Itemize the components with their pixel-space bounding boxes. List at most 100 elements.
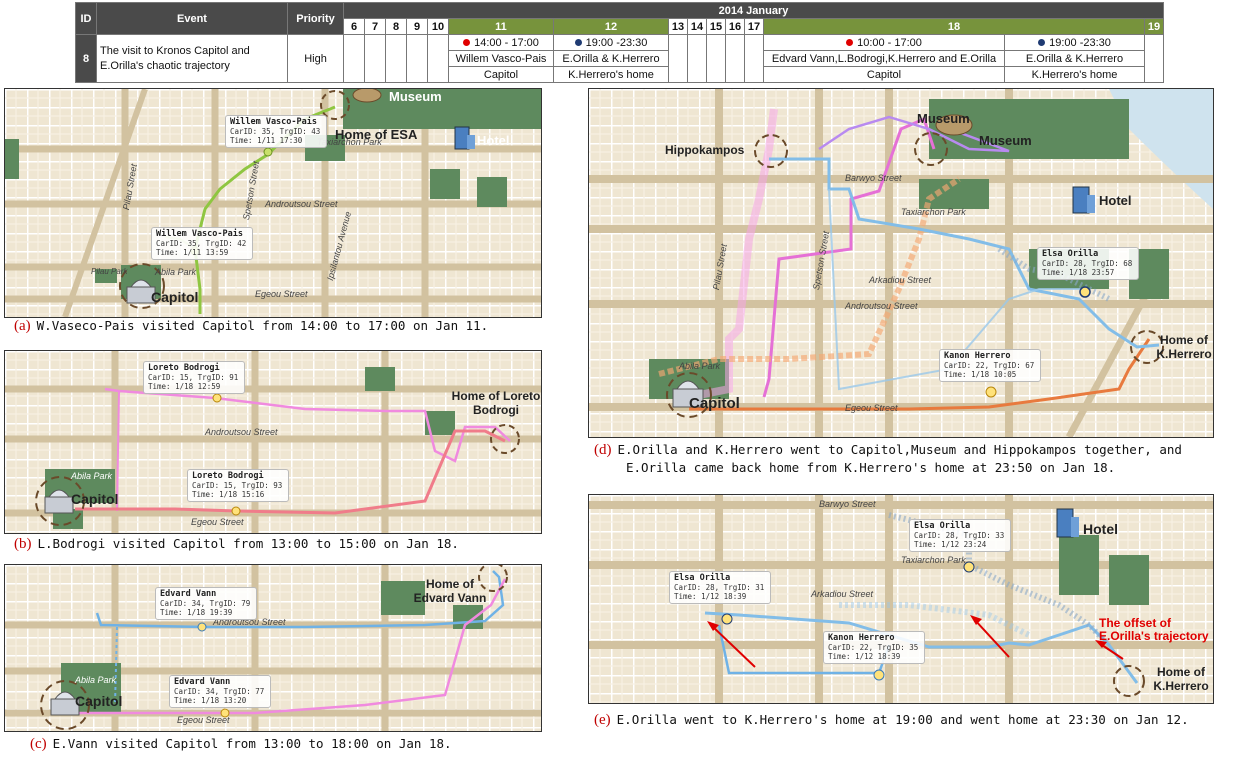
day-12: 12: [553, 18, 669, 35]
event-header: Event: [96, 2, 288, 35]
d12-person: E.Orilla & K.Herrero: [553, 50, 669, 67]
day-13: 13: [668, 18, 688, 35]
street-label: Arkadiou Street: [811, 589, 874, 599]
caption-d: (d) E.Orilla and K.Herrero went to Capito…: [594, 442, 1182, 475]
place-home: Home of K.Herrero: [1156, 333, 1212, 361]
place-hotel: Hotel: [1083, 521, 1118, 537]
place-hotel: Hotel: [477, 133, 510, 148]
map-panel-e[interactable]: Barwyo Street Arkadiou Street Taxiarchon…: [588, 494, 1214, 704]
map-panel-d[interactable]: Barwyo Street Arkadiou Street Androutsou…: [588, 88, 1214, 438]
colosseum-icon: [352, 89, 382, 103]
tooltip: Willem Vasco-Pais CarID: 35, TrgID: 43 Tim…: [225, 115, 328, 148]
stop-marker[interactable]: [1079, 286, 1091, 298]
stop-marker[interactable]: [985, 386, 997, 398]
street-label: Taxiarchon Park: [901, 207, 966, 217]
d11-person: Willem Vasco-Pais: [448, 50, 554, 67]
stop-marker[interactable]: [721, 613, 733, 625]
day-11: 11: [448, 18, 554, 35]
place-museum-label: Museum: [917, 111, 970, 126]
street-label: Egeou Street: [191, 517, 244, 527]
place-home: Home of ESA: [335, 127, 418, 142]
d18a-time: 10:00 - 17:00: [764, 35, 1005, 50]
place-hotel: Hotel: [1099, 193, 1132, 208]
id-header: ID: [75, 2, 97, 35]
row-priority: High: [287, 34, 344, 83]
row-id: 8: [75, 34, 97, 83]
tooltip: Edvard Vann CarID: 34, TrgID: 79 Time: 1/1…: [155, 587, 258, 620]
street-label: Egeou Street: [255, 289, 308, 299]
map-panel-b[interactable]: Abila Park Androutsou Street Egeou Stree…: [4, 350, 542, 534]
caption-b: (b) L.Bodrogi visited Capitol from 13:00 …: [14, 536, 459, 552]
tooltip: Elsa Orilla CarID: 28, TrgID: 33 Time: 1/1…: [909, 519, 1012, 552]
blue-dot-icon: [574, 39, 582, 47]
d18b-time: 19:00 -23:30: [1005, 35, 1145, 50]
day-19: 19: [1144, 18, 1164, 35]
tooltip: Willem Vasco-Pais CarID: 35, TrgID: 42 Tim…: [151, 227, 254, 260]
place-home: Home of Loreto Bodrogi: [451, 389, 541, 417]
caption-a: (a) W.Vaseco-Pais visited Capitol from 14…: [14, 318, 489, 334]
place-capitol: Capitol: [689, 395, 740, 412]
street-label: Egeou Street: [177, 715, 230, 725]
month-header: 2014 January: [343, 2, 1164, 19]
street-label: Abila Park: [155, 267, 197, 277]
street-label: Taxiarchon Park: [901, 555, 966, 565]
map-panel-c[interactable]: Abila Park Androutsou Street Egeou Stree…: [4, 564, 542, 732]
d12-time: 19:00 -23:30: [553, 34, 669, 51]
stop-marker[interactable]: [197, 622, 207, 632]
street-label: Pilau Park: [91, 267, 128, 276]
day-18: 18: [763, 18, 1145, 35]
day-8: 8: [385, 18, 407, 35]
map-panel-a[interactable]: Abila Park Pilau Park Taxiarchon Park Sp…: [4, 88, 542, 318]
d12-place: K.Herrero's home: [553, 66, 669, 83]
d18a-place: Capitol: [764, 67, 1005, 82]
blue-dot-icon: [1038, 39, 1046, 47]
d11-place: Capitol: [448, 66, 554, 83]
street-label: Barwyo Street: [845, 173, 902, 183]
red-dot-icon: [463, 39, 471, 47]
day-10: 10: [427, 18, 449, 35]
tooltip: Edvard Vann CarID: 34, TrgID: 77 Time: 1/1…: [169, 675, 272, 708]
d18b-place: K.Herrero's home: [1031, 68, 1118, 81]
place-home: Home of Edvard Vann: [413, 577, 487, 605]
d11-time: 14:00 - 17:00: [448, 34, 554, 51]
street-label: Androutsou Street: [205, 427, 278, 437]
day-6: 6: [343, 18, 365, 35]
tooltip: Loreto Bodrogi CarID: 15, TrgID: 91 Time: …: [143, 361, 246, 394]
d18a-person: Edvard Vann,L.Bodrogi,K.Herrero and E.Or…: [764, 51, 1005, 66]
day-17: 17: [744, 18, 764, 35]
tooltip: Loreto Bodrogi CarID: 15, TrgID: 93 Time: …: [187, 469, 290, 502]
street-label: Abila Park: [75, 675, 117, 685]
tooltip: Kanon Herrero CarID: 22, TrgID: 35 Time: 1…: [823, 631, 926, 664]
place-capitol: Capitol: [71, 491, 119, 507]
stop-marker[interactable]: [263, 147, 273, 157]
tooltip: Kanon Herrero CarID: 22, TrgID: 67 Time: 1…: [939, 349, 1042, 382]
row-event: The visit to Kronos Capitol and E.Orilla…: [96, 34, 288, 83]
tooltip: Elsa Orilla CarID: 28, TrgID: 31 Time: 1/1…: [669, 571, 772, 604]
day-16: 16: [725, 18, 745, 35]
street-label: Abila Park: [71, 471, 113, 481]
day-15: 15: [706, 18, 726, 35]
offset-note: The offset of E.Orilla's trajectory: [1099, 616, 1209, 643]
red-dot-icon: [846, 39, 854, 47]
place-capitol: Capitol: [151, 289, 199, 305]
caption-c: (c) E.Vann visited Capitol from 13:00 to …: [30, 736, 452, 752]
day-7: 7: [364, 18, 386, 35]
street-label: Androutsou Street: [845, 301, 918, 311]
event-table: ID Event Priority 2014 January 6 7 8 9 1…: [75, 2, 1164, 83]
d18b-person: E.Orilla & K.Herrero: [1025, 52, 1124, 65]
place-home: Home of K.Herrero: [1153, 665, 1209, 693]
street-label: Abila Park: [679, 361, 721, 371]
place-hippokampos: Hippokampos: [665, 143, 745, 157]
day-9: 9: [406, 18, 428, 35]
day-14: 14: [687, 18, 707, 35]
caption-e: (e) E.Orilla went to K.Herrero's home at …: [594, 712, 1189, 728]
place-museum: Museum: [979, 133, 1032, 148]
d18-cell: 10:00 - 17:00 19:00 -23:30: [763, 34, 1145, 51]
place-museum: Museum: [389, 89, 442, 104]
street-label: Barwyo Street: [819, 499, 876, 509]
stop-marker[interactable]: [212, 393, 222, 403]
street-label: Androutsou Street: [265, 199, 338, 209]
stop-marker[interactable]: [231, 506, 241, 516]
stop-marker[interactable]: [873, 669, 885, 681]
place-capitol: Capitol: [75, 693, 123, 709]
